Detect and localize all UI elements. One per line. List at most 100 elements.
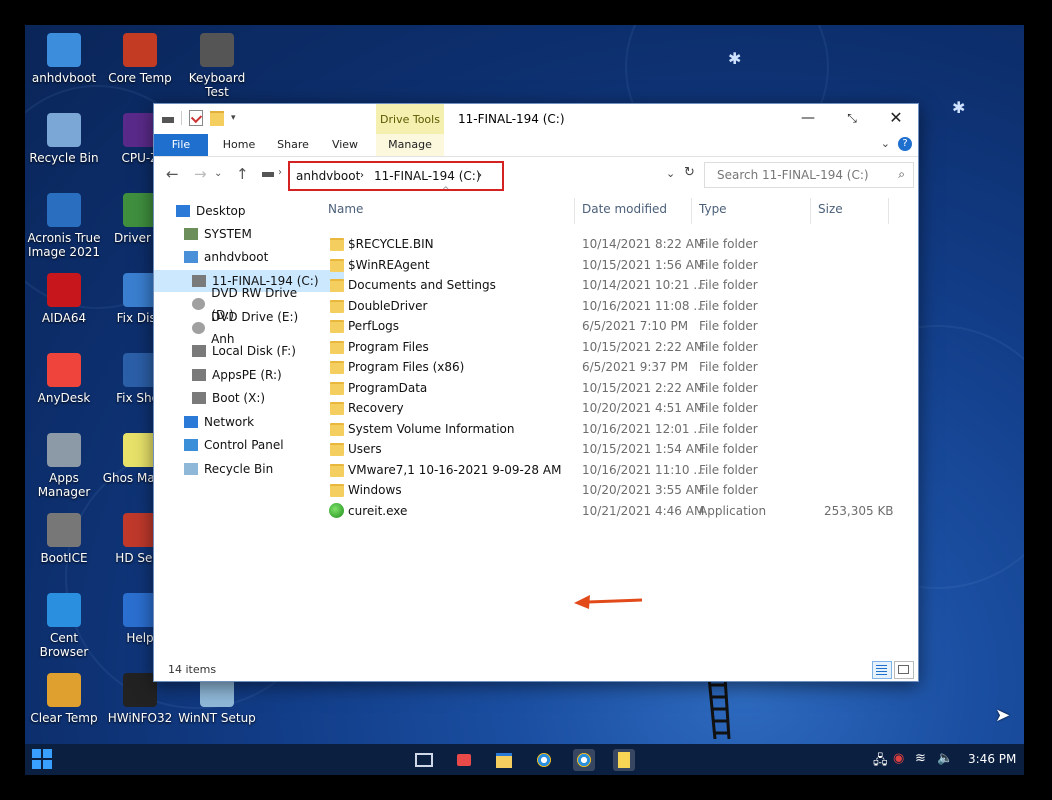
file-type: File folder [699,257,758,272]
desktop-shortcut[interactable]: Clear Temp [25,673,103,725]
network-app-icon[interactable] [453,749,475,771]
search-icon[interactable]: ⌕ [898,167,905,182]
nav-item[interactable]: SYSTEM [184,223,252,245]
nav-item[interactable]: anhdvboot [184,246,268,268]
up-arrow-icon[interactable]: ↑ [236,165,249,183]
column-divider[interactable] [574,198,575,224]
refresh-icon[interactable]: ↻ [684,165,695,180]
address-bar[interactable]: anhdvboot › 11-FINAL-194 (C:) › [288,161,504,191]
file-explorer-window[interactable]: ▾ Drive Tools 11-FINAL-194 (C:) — ⤡ ✕ Fi… [153,103,919,682]
monitor-app-icon[interactable] [413,749,435,771]
file-row[interactable]: ProgramData 10/15/2021 2:22 AM File folder [324,378,912,398]
folder-icon [330,443,344,456]
new-folder-icon[interactable] [210,110,224,126]
file-row[interactable]: Program Files (x86) 6/5/2021 9:37 PM File … [324,357,912,377]
file-row[interactable]: Documents and Settings 10/14/2021 10:21 .… [324,275,912,295]
nav-item-label: Network [204,415,255,429]
details-view-button[interactable] [872,661,892,679]
media-player-tray-icon[interactable]: ◉ [893,751,904,766]
address-dropdown-icon[interactable]: ⌄ [666,167,675,180]
network-tray-icon[interactable]: 🖧 [873,751,888,773]
wifi-icon[interactable]: ≋ [915,751,926,766]
file-row[interactable]: DoubleDriver 10/16/2021 11:08 ... File fol… [324,296,912,316]
file-explorer-icon[interactable] [493,749,515,771]
file-type: File folder [699,380,758,395]
file-row[interactable]: System Volume Information 10/16/2021 12:0… [324,419,912,439]
column-divider[interactable] [691,198,692,224]
back-arrow-icon[interactable]: ← [166,165,179,183]
cent-browser-icon[interactable] [533,749,555,771]
desktop-shortcut[interactable]: Recycle Bin [25,113,103,165]
file-row[interactable]: PerfLogs 6/5/2021 7:10 PM File folder [324,316,912,336]
drive-icon [192,392,206,404]
tab-view[interactable]: View [324,134,366,156]
file-row[interactable]: cureit.exe 10/21/2021 4:46 AM Application 2… [324,501,912,521]
tab-manage[interactable]: Manage [376,134,444,156]
file-row[interactable]: $WinREAgent 10/15/2021 1:56 AM File folder [324,255,912,275]
folder-icon [330,381,344,395]
desktop-shortcut[interactable]: Cent Browser [25,593,103,659]
file-name: cureit.exe [348,503,408,518]
nav-item[interactable]: DVD Drive (E:) Anh [192,310,318,346]
chevron-down-icon[interactable]: ▾ [231,113,236,123]
properties-icon[interactable] [189,110,203,126]
nav-item[interactable]: Local Disk (F:) [192,340,296,362]
column-header-name[interactable]: Name [328,202,363,216]
volume-icon[interactable]: 🔈 [937,751,953,766]
user-icon [184,228,198,240]
desktop-shortcut[interactable]: anhdvboot [25,33,103,85]
cent-browser-icon[interactable] [573,749,595,771]
nav-item-label: SYSTEM [204,227,252,241]
breadcrumb-item[interactable]: 11-FINAL-194 (C:) [374,169,481,183]
forward-arrow-icon[interactable]: → [194,165,207,183]
tab-share[interactable]: Share [270,134,316,156]
file-row[interactable]: $RECYCLE.BIN 10/14/2021 8:22 AM File folde… [324,234,912,254]
desktop-shortcut[interactable]: Core Temp [101,33,179,85]
file-date: 10/15/2021 2:22 AM [582,380,705,395]
nav-item[interactable]: Network [184,411,254,433]
recent-chevron-icon[interactable]: ⌄ [214,168,222,179]
column-divider[interactable] [888,198,889,224]
file-row[interactable]: Windows 10/20/2021 3:55 AM File folder [324,480,912,500]
desktop-shortcut[interactable]: Keyboard Test [178,33,256,99]
file-row[interactable]: Program Files 10/15/2021 2:22 AM File fold… [324,337,912,357]
close-button[interactable]: ✕ [884,108,908,128]
file-date: 10/20/2021 4:51 AM [582,401,705,415]
expand-ribbon-icon[interactable]: ⌄ [881,137,890,150]
column-header-date[interactable]: Date modified [582,202,667,216]
column-divider[interactable] [810,198,811,224]
desktop-shortcut-label: Core Temp [108,71,172,85]
core-temp-icon [123,33,157,67]
clock[interactable]: 3:46 PM [968,752,1016,766]
title-bar[interactable]: ▾ Drive Tools 11-FINAL-194 (C:) — ⤡ ✕ [154,104,918,134]
restore-button[interactable]: ⤡ [840,108,864,128]
nav-item[interactable]: Recycle Bin [184,458,273,480]
column-header-type[interactable]: Type [699,202,727,216]
nav-item[interactable]: Control Panel [184,434,284,456]
desktop-shortcut[interactable]: Acronis True Image 2021 [25,193,103,259]
start-button-icon[interactable] [32,749,52,769]
search-box[interactable]: Search 11-FINAL-194 (C:) ⌕ [704,162,914,188]
nav-item[interactable]: Desktop [176,200,246,222]
tab-home[interactable]: Home [214,134,264,156]
desktop-shortcut[interactable]: Apps Manager [25,433,103,499]
minimize-button[interactable]: — [796,108,820,128]
desktop-shortcut[interactable]: BootICE [25,513,103,565]
column-header-size[interactable]: Size [818,202,843,216]
nav-item[interactable]: Boot (X:) [192,387,265,409]
folder-icon [330,320,344,333]
file-type: File folder [699,237,758,251]
help-icon[interactable]: ? [898,137,912,151]
nav-item[interactable]: AppsPE (R:) [192,364,282,386]
file-row[interactable]: Recovery 10/20/2021 4:51 AM File folder [324,398,912,418]
drive-icon[interactable] [162,116,174,123]
file-row[interactable]: Users 10/15/2021 1:54 AM File folder [324,439,912,459]
tab-file[interactable]: File [154,134,208,156]
file-date: 10/14/2021 8:22 AM [582,237,705,251]
file-row[interactable]: VMware7,1 10-16-2021 9-09-28 AM 10/16/202… [324,460,912,480]
desktop-shortcut[interactable]: AnyDesk [25,353,103,405]
large-icons-view-button[interactable] [894,661,914,679]
desktop-shortcut[interactable]: AIDA64 [25,273,103,325]
notepad-icon[interactable] [613,749,635,771]
breadcrumb-item[interactable]: anhdvboot [296,169,360,183]
